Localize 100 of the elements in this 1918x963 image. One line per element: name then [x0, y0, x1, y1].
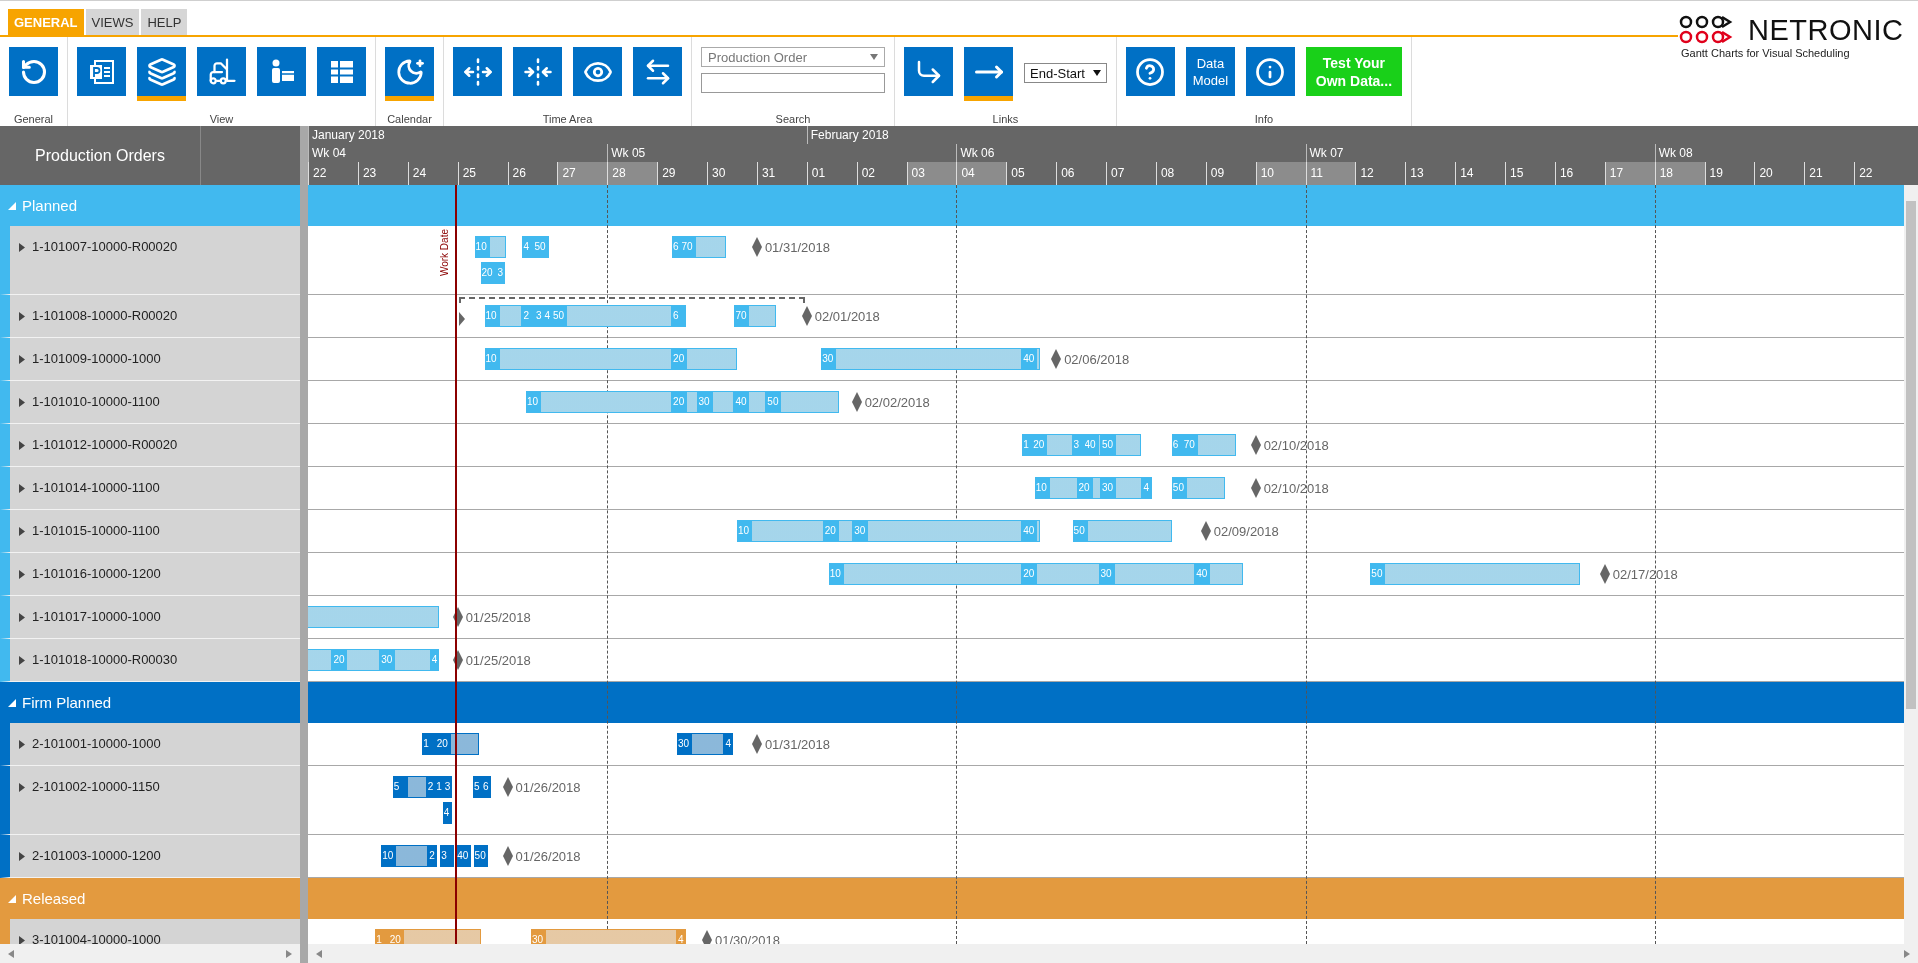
operation-bar[interactable]: 4 — [522, 236, 534, 258]
milestone-icon[interactable] — [801, 306, 812, 326]
operation-bar[interactable]: 1 — [435, 776, 444, 798]
group-header[interactable]: Firm Planned — [0, 682, 300, 723]
order-row[interactable]: 1-101008-10000-R00020 — [0, 295, 300, 338]
toolbar-button[interactable] — [197, 47, 246, 96]
toolbar-button[interactable] — [257, 47, 306, 96]
collapsed-triangle-icon[interactable] — [19, 527, 25, 536]
operation-bar[interactable]: 4 — [1142, 477, 1153, 499]
order-row[interactable]: 1-101015-10000-1100 — [0, 510, 300, 553]
operation-bar[interactable]: 3 — [440, 845, 455, 867]
order-row[interactable]: 1-101014-10000-1100 — [0, 467, 300, 510]
toolbar-button[interactable] — [137, 47, 186, 101]
test-data-button[interactable]: Test Your Own Data... — [1305, 47, 1402, 96]
operation-bar[interactable]: 6 — [482, 776, 492, 798]
operation-bar[interactable]: 70 — [734, 305, 777, 327]
order-row[interactable]: 1-101017-10000-1000 — [0, 596, 300, 639]
operation-bar[interactable]: 5 — [392, 776, 427, 798]
operation-bar[interactable]: 50 — [1370, 563, 1580, 585]
milestone-icon[interactable] — [851, 392, 862, 412]
operation-bar[interactable]: 1 — [1022, 434, 1033, 456]
operation-bar[interactable]: 3 — [496, 262, 505, 284]
milestone-icon[interactable] — [452, 650, 463, 670]
operation-bar[interactable]: 40 — [1195, 563, 1244, 585]
operation-bar[interactable]: 20 — [1032, 434, 1073, 456]
operation-bar[interactable]: 20 — [1077, 477, 1101, 499]
operation-bar[interactable]: 20 — [672, 391, 698, 413]
operation-bar[interactable]: 6 — [1171, 434, 1183, 456]
group-header[interactable]: Planned — [0, 185, 300, 226]
order-row[interactable]: 1-101007-10000-R00020 — [0, 226, 300, 295]
toolbar-button[interactable] — [1245, 47, 1295, 96]
operation-bar[interactable]: 4 — [543, 305, 552, 327]
toolbar-button[interactable] — [385, 47, 434, 101]
operation-bar[interactable]: 10 — [828, 563, 1023, 585]
operation-bar[interactable]: 20 — [332, 649, 381, 671]
order-row[interactable]: 1-101016-10000-1200 — [0, 553, 300, 596]
data-model-button[interactable]: Data Model — [1185, 47, 1235, 96]
operation-bar[interactable]: 10 — [381, 845, 429, 867]
toolbar-button[interactable] — [964, 47, 1013, 101]
operation-bar[interactable]: 30 — [821, 348, 1023, 370]
order-row[interactable]: 1-101010-10000-1100 — [0, 381, 300, 424]
operation-bar[interactable]: 4 — [430, 649, 440, 671]
operation-bar[interactable]: 10 — [1034, 477, 1078, 499]
operation-bar[interactable]: 30 — [677, 733, 725, 755]
toolbar-button[interactable] — [453, 47, 502, 96]
milestone-icon[interactable] — [1250, 478, 1261, 498]
milestone-icon[interactable] — [1051, 349, 1062, 369]
collapsed-triangle-icon[interactable] — [19, 613, 25, 622]
operation-bar[interactable]: 30 — [697, 391, 735, 413]
operation-bar[interactable]: 20 — [480, 262, 497, 284]
toolbar-button[interactable] — [1125, 47, 1175, 96]
operation-bar[interactable]: 6 — [672, 305, 686, 327]
operation-bar[interactable]: 20 — [388, 929, 481, 944]
operation-bar[interactable]: 20 — [435, 733, 479, 755]
operation-bar[interactable]: 70 — [1182, 434, 1236, 456]
operation-bar[interactable]: 3 — [1072, 434, 1084, 456]
collapsed-triangle-icon[interactable] — [19, 656, 25, 665]
group-header[interactable]: Released — [0, 878, 300, 919]
operation-bar[interactable]: 50 — [1171, 477, 1225, 499]
collapsed-triangle-icon[interactable] — [19, 355, 25, 364]
collapsed-triangle-icon[interactable] — [19, 852, 25, 861]
collapsed-triangle-icon[interactable] — [19, 484, 25, 493]
toolbar-button[interactable] — [513, 47, 562, 96]
operation-bar[interactable]: 50 — [473, 845, 489, 867]
toolbar-button[interactable] — [77, 47, 126, 96]
milestone-icon[interactable] — [452, 607, 463, 627]
toolbar-button[interactable] — [9, 47, 58, 96]
milestone-icon[interactable] — [751, 734, 762, 754]
scroll-thumb[interactable] — [1906, 201, 1916, 709]
collapsed-triangle-icon[interactable] — [19, 441, 25, 450]
operation-bar[interactable]: 50 — [766, 391, 839, 413]
operation-bar[interactable]: 20 — [823, 520, 854, 542]
ribbon-tab[interactable]: HELP — [141, 9, 188, 35]
toolbar-button[interactable] — [633, 47, 682, 96]
operation-bar[interactable]: 50 — [1101, 434, 1142, 456]
toolbar-button[interactable] — [573, 47, 622, 96]
operation-bar[interactable]: 40 — [734, 391, 767, 413]
operation-bar[interactable]: 50 — [1072, 520, 1172, 542]
operation-bar[interactable]: 6 — [672, 236, 681, 258]
operation-bar[interactable]: 20 — [1022, 563, 1100, 585]
operation-bar[interactable]: 50 — [551, 305, 673, 327]
collapsed-triangle-icon[interactable] — [19, 398, 25, 407]
scroll-left-icon[interactable] — [316, 949, 322, 958]
collapsed-triangle-icon[interactable] — [19, 570, 25, 579]
search-type-dropdown[interactable]: Production Order — [701, 47, 885, 67]
operation-bar[interactable]: 10 — [484, 348, 673, 370]
collapsed-triangle-icon[interactable] — [19, 936, 25, 944]
milestone-icon[interactable] — [702, 930, 712, 944]
operation-bar[interactable]: 30 — [380, 649, 431, 671]
operation-bar[interactable]: 1 — [375, 929, 389, 944]
operation-bar[interactable]: 4 — [442, 802, 452, 824]
operation-bar[interactable]: 10 — [474, 236, 506, 258]
operation-bar[interactable]: 70 — [680, 236, 726, 258]
link-type-select[interactable]: End-Start — [1024, 63, 1107, 83]
ribbon-tab[interactable]: GENERAL — [8, 9, 84, 35]
milestone-icon[interactable] — [751, 237, 762, 257]
horizontal-scrollbar[interactable] — [0, 944, 300, 963]
operation-bar[interactable]: 10 — [525, 391, 673, 413]
order-row[interactable]: 1-101012-10000-R00020 — [0, 424, 300, 467]
collapsed-triangle-icon[interactable] — [19, 243, 25, 252]
